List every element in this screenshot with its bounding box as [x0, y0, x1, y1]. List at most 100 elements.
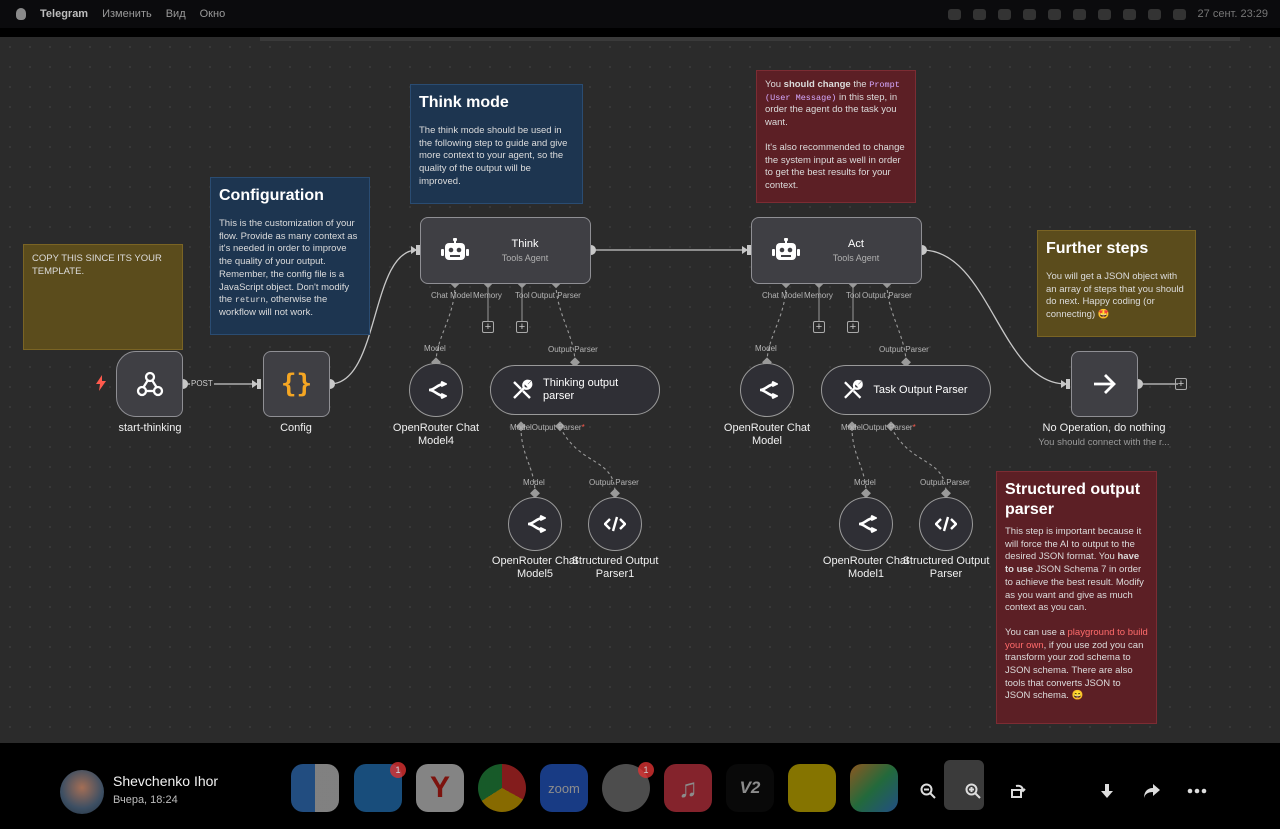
port-memory: Memory — [804, 291, 833, 300]
sticky-note-act[interactable]: You should change the Prompt (User Messa… — [756, 70, 916, 203]
node-act-subtitle: Tools Agent — [832, 253, 880, 263]
node-openrouter-model1[interactable] — [839, 497, 893, 551]
node-config-label: Config — [280, 422, 312, 434]
control-center-icon[interactable] — [1172, 8, 1186, 20]
music-icon[interactable]: ♫ — [664, 764, 712, 812]
robot-icon — [772, 237, 800, 260]
menu-window[interactable]: Окно — [200, 8, 226, 20]
launchpad-icon[interactable] — [850, 764, 898, 812]
node-think-agent[interactable]: Think Tools Agent — [420, 217, 591, 284]
v2-app-icon[interactable]: V2 — [726, 764, 774, 812]
add-memory-button[interactable]: + — [482, 321, 494, 333]
sticky-note-further-steps[interactable]: Further steps You will get a JSON object… — [1037, 230, 1196, 337]
node-thinking-output-parser[interactable]: Thinking output parser — [490, 365, 660, 415]
menu-view[interactable]: Вид — [166, 8, 186, 20]
node-openrouter-model5[interactable] — [508, 497, 562, 551]
note-act-text: You — [765, 79, 784, 90]
download-icon[interactable] — [1096, 780, 1118, 802]
share-icon[interactable] — [1141, 780, 1163, 802]
status-icon[interactable] — [947, 8, 961, 20]
sticky-note-think-mode[interactable]: Think mode The think mode should be used… — [410, 84, 583, 204]
status-icon[interactable] — [1047, 8, 1061, 20]
sticky-note-structured-output[interactable]: Structured output parser This step is im… — [996, 471, 1157, 724]
node-struct1-label: Structured Output Parser1 — [571, 555, 659, 580]
zoom-icon[interactable]: zoom — [540, 764, 588, 812]
zoom-label: zoom — [548, 780, 580, 796]
more-icon[interactable] — [1186, 780, 1208, 802]
menu-edit[interactable]: Изменить — [102, 8, 152, 20]
note-further-title: Further steps — [1046, 240, 1149, 257]
status-icon[interactable] — [1072, 8, 1086, 20]
node-think-subtitle: Tools Agent — [501, 253, 549, 263]
rotate-icon[interactable] — [1007, 780, 1029, 802]
openrouter-icon — [759, 381, 778, 399]
robot-icon — [441, 237, 469, 260]
yandex-icon[interactable]: Y — [416, 764, 464, 812]
note-think-title: Think mode — [419, 94, 509, 111]
status-icon[interactable] — [972, 8, 986, 20]
node-struct-label: Structured Output Parser — [902, 555, 990, 580]
finder-icon[interactable] — [291, 764, 339, 812]
wrench-icon — [513, 379, 533, 399]
node-start-thinking[interactable] — [116, 351, 183, 417]
wifi-icon[interactable] — [1097, 8, 1111, 20]
port-model: Model — [854, 478, 876, 487]
menu-app-name[interactable]: Telegram — [40, 8, 88, 20]
trigger-bolt-icon — [95, 375, 107, 391]
node-task-parser-label: Task Output Parser — [873, 383, 968, 396]
apple-icon[interactable] — [16, 8, 26, 20]
keyboard-icon[interactable] — [1147, 8, 1161, 20]
add-next-node-button[interactable]: + — [1175, 378, 1187, 390]
port-output-parser: Output Parser — [879, 345, 929, 354]
node-no-operation[interactable] — [1071, 351, 1138, 417]
arrow-right-icon — [1093, 374, 1116, 394]
sticky-note-configuration[interactable]: Configuration This is the customization … — [210, 177, 370, 335]
port-model: Model — [523, 478, 545, 487]
port-output-parser: Output Parser — [862, 291, 912, 300]
node-openrouter-model[interactable] — [740, 363, 794, 417]
port-tool: Tool — [515, 291, 530, 300]
edge-label-post: POST — [190, 379, 214, 388]
menu-clock[interactable]: 27 сент. 23:29 — [1198, 8, 1268, 20]
zoom-in-icon[interactable] — [962, 780, 984, 802]
port-model: Model — [424, 344, 446, 353]
workflow-canvas[interactable]: POST COPY THIS SINCE ITS YOUR TEMPLATE. … — [0, 37, 1280, 743]
node-config[interactable]: {} — [263, 351, 330, 417]
node-noop-sublabel: You should connect with the r... — [1038, 437, 1170, 448]
search-icon[interactable] — [1122, 8, 1136, 20]
code-icon — [604, 516, 626, 532]
camera-icon[interactable] — [997, 8, 1011, 20]
node-thinking-parser-label: Thinking output parser — [543, 377, 619, 402]
add-tool-button[interactable]: + — [516, 321, 528, 333]
node-act-title: Act — [848, 238, 864, 250]
add-memory-button[interactable]: + — [813, 321, 825, 333]
avatar[interactable] — [60, 770, 104, 814]
user-name: Shevchenko Ihor — [113, 773, 219, 789]
telegram-badge: 1 — [390, 762, 406, 778]
miro-icon[interactable] — [788, 764, 836, 812]
port-memory: Memory — [473, 291, 502, 300]
openrouter-icon — [428, 381, 447, 399]
node-structured-output-parser[interactable] — [919, 497, 973, 551]
note-think-text: The think mode should be used in the fol… — [419, 125, 568, 187]
note-copy-text: COPY THIS SINCE ITS YOUR TEMPLATE. — [32, 253, 162, 277]
message-timestamp: Вчера, 18:24 — [113, 794, 178, 806]
node-model-label: OpenRouter Chat Model — [723, 422, 811, 447]
settings-badge: 1 — [638, 762, 654, 778]
chrome-icon[interactable] — [478, 764, 526, 812]
port-output-parser: Output Parser — [531, 291, 581, 300]
port-output-parser: Output Parser — [920, 478, 970, 487]
node-act-agent[interactable]: Act Tools Agent — [751, 217, 922, 284]
curly-braces-icon: {} — [280, 369, 313, 399]
zoom-out-icon[interactable] — [917, 780, 939, 802]
node-noop-label: No Operation, do nothing — [1042, 422, 1166, 434]
node-openrouter-model4[interactable] — [409, 363, 463, 417]
sticky-note-copy[interactable]: COPY THIS SINCE ITS YOUR TEMPLATE. — [23, 244, 183, 350]
node-structured-output-parser1[interactable] — [588, 497, 642, 551]
status-icon[interactable] — [1022, 8, 1036, 20]
note-structured-text: You can use a — [1005, 626, 1068, 638]
note-act-bold: should change — [783, 79, 851, 90]
add-tool-button[interactable]: + — [847, 321, 859, 333]
port-tool: Tool — [846, 291, 861, 300]
node-task-output-parser[interactable]: Task Output Parser — [821, 365, 991, 415]
